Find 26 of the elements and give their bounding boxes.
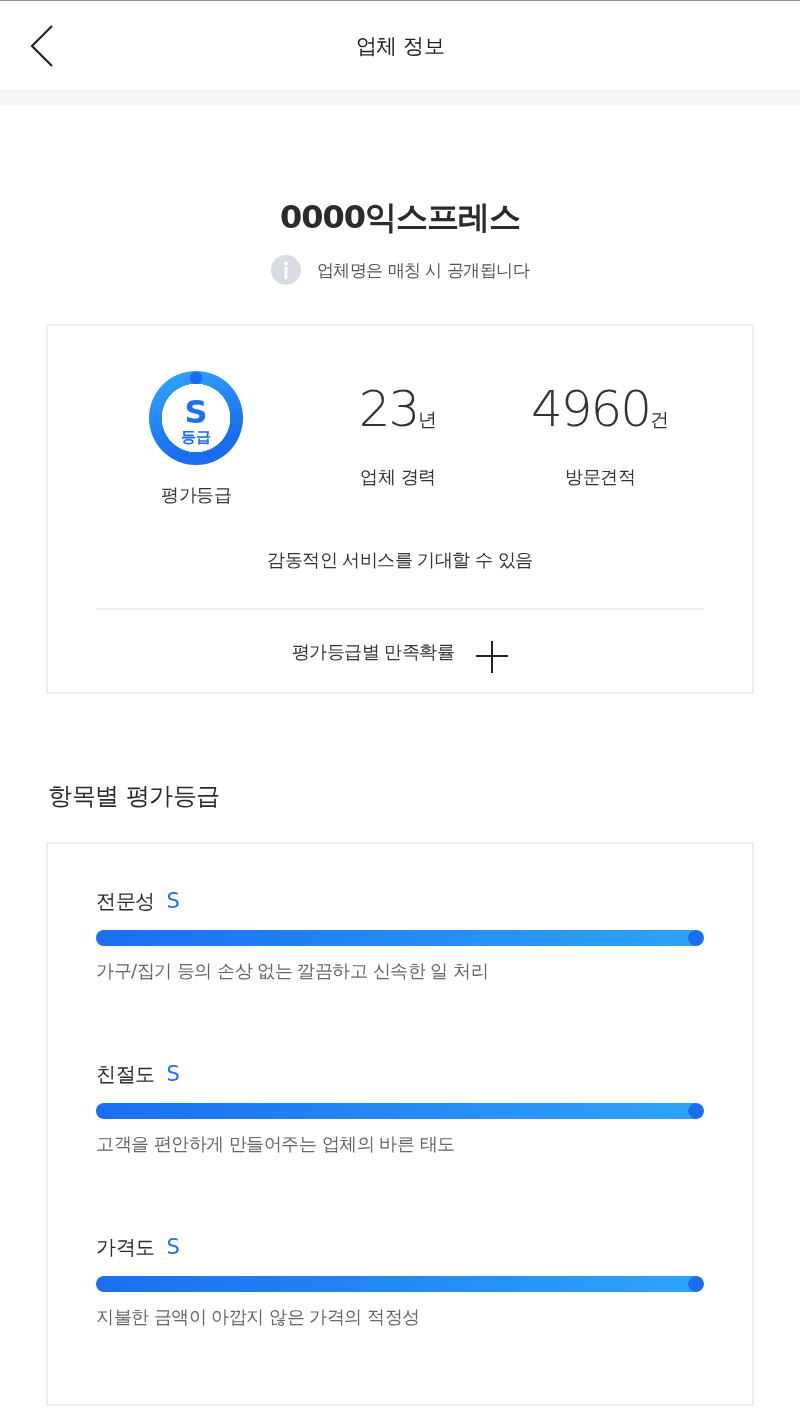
stat-value: 23 [358,379,419,439]
stat-value: 4960 [530,379,651,439]
rating-description: 지불한 금액이 아깝지 않은 가격의 적정성 [96,1305,421,1329]
notice-text: 업체명은 매칭 시 공개됩니다 [316,259,530,282]
rating-grade: S [166,1061,180,1087]
grade-letter: S [184,396,208,428]
stat-unit: 건 [650,407,670,431]
section-title: 항목별 평가등급 [48,781,221,811]
rating-name: 친절도 [96,1061,155,1087]
satisfaction-toggle[interactable]: 평가등급별 만족확률 [291,629,509,673]
info-icon [270,255,301,285]
company-name: 0000익스프레스 [278,197,522,238]
back-icon[interactable] [30,24,54,67]
page-title: 업체 정보 [355,32,445,60]
rating-grade: S [166,1234,180,1260]
grade-unit: 등급 [181,428,211,446]
grade-message: 감동적인 서비스를 기대할 수 있음 [266,548,534,572]
stat-label: 업체 경력 [360,465,436,489]
rating-name: 전문성 [96,888,155,914]
rating-description: 고객을 편안하게 만들어주는 업체의 바른 태도 [96,1132,456,1156]
rating-description: 가구/집기 등의 손상 없는 깔끔하고 신속한 일 처리 [96,959,490,983]
rating-grade: S [166,888,180,914]
grade-label: 평가등급 [161,483,231,507]
rating-name: 가격도 [96,1234,155,1260]
stat-label: 방문견적 [565,465,635,489]
stat-unit: 년 [418,407,438,431]
